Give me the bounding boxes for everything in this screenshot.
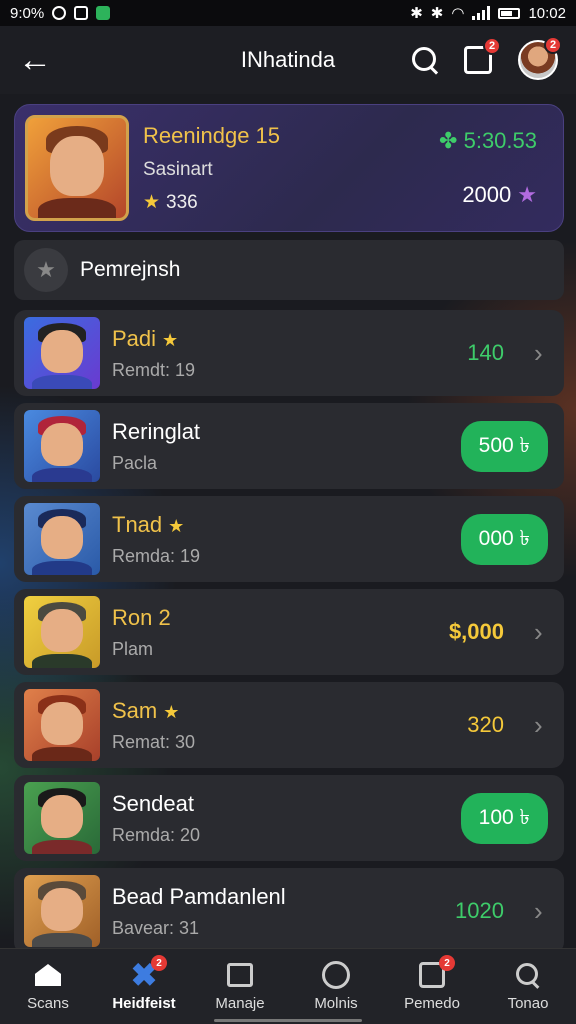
featured-name: Reenindge 15 bbox=[143, 122, 281, 148]
bluetooth-icon-2: ✱ bbox=[430, 5, 444, 22]
gem-star-icon: ★ bbox=[517, 182, 537, 207]
image-icon bbox=[74, 6, 89, 20]
nav-label: Heidfeist bbox=[112, 995, 176, 1012]
clock-icon bbox=[52, 6, 67, 20]
nav-item-pemedo[interactable]: 2 Pemedo bbox=[384, 949, 480, 1024]
status-time-left: 9:0% bbox=[10, 4, 45, 22]
player-name: Padi bbox=[112, 325, 157, 351]
featured-subtitle: Sasinart bbox=[143, 158, 213, 180]
player-name: Sendeat bbox=[112, 790, 194, 816]
section-header[interactable]: ★ Pemrejnsh bbox=[14, 240, 564, 300]
bottom-navigation: Scans ✖ 2 Heidfeist Manaje Molnis 2 Pemed… bbox=[0, 948, 576, 1024]
value-pill-button[interactable]: 000 ৳ bbox=[460, 513, 548, 565]
leaderboard-list: Reenindge 15 Sasinart ★ 336 ✤ 5:30.53 200… bbox=[14, 104, 564, 954]
nav-item-manaje[interactable]: Manaje bbox=[192, 949, 288, 1024]
star-icon: ★ bbox=[168, 515, 185, 536]
chevron-right-icon[interactable]: › bbox=[534, 617, 548, 648]
player-name: Reringlat bbox=[112, 418, 201, 444]
player-name: Bead Pamdanlenl bbox=[112, 883, 286, 909]
player-subtitle: Remda: 20 bbox=[112, 824, 201, 845]
nav-item-molnis[interactable]: Molnis bbox=[288, 949, 384, 1024]
cash-icon: ✤ bbox=[439, 128, 458, 153]
nav-badge: 2 bbox=[151, 955, 167, 971]
chevron-right-icon[interactable]: › bbox=[534, 338, 548, 369]
status-bar: 9:0% ✱ ✱ ◠ 10:02 bbox=[0, 0, 576, 26]
nav-item-scans[interactable]: Scans bbox=[0, 949, 96, 1024]
profile-avatar[interactable]: 2 bbox=[518, 36, 562, 80]
signal-icon bbox=[472, 6, 491, 20]
notification-badge: 2 bbox=[483, 37, 501, 55]
star-icon: ★ bbox=[143, 191, 161, 213]
player-avatar bbox=[24, 596, 100, 668]
player-subtitle: Plam bbox=[112, 638, 154, 659]
notification-icon[interactable]: 2 bbox=[464, 37, 501, 74]
player-subtitle: Bavear: 31 bbox=[112, 917, 200, 938]
featured-gems: 2000 bbox=[462, 182, 512, 207]
nav-label: Manaje bbox=[215, 995, 265, 1012]
player-row[interactable]: Sam ★ Remat: 30 320 › bbox=[14, 682, 564, 768]
smile-icon bbox=[322, 961, 350, 989]
back-arrow-icon[interactable]: ← bbox=[18, 43, 58, 77]
nav-label: Pemedo bbox=[404, 995, 460, 1012]
player-row[interactable]: Padi ★ Remdt: 19 140 › bbox=[14, 310, 564, 396]
player-name: Tnad bbox=[112, 511, 163, 537]
value-pill-button[interactable]: 500 ৳ bbox=[460, 420, 548, 472]
sheet-app-icon bbox=[96, 6, 111, 20]
player-avatar bbox=[24, 782, 100, 854]
player-subtitle: Remda: 19 bbox=[112, 545, 201, 566]
featured-avatar bbox=[25, 115, 129, 221]
player-value: 1020 bbox=[455, 898, 504, 923]
search-icon bbox=[515, 962, 541, 988]
player-subtitle: Pacla bbox=[112, 452, 158, 473]
player-row[interactable]: Bead Pamdanlenl Bavear: 31 1020 › bbox=[14, 868, 564, 954]
home-indicator bbox=[214, 1019, 362, 1022]
player-value: 320 bbox=[467, 712, 504, 737]
star-badge-icon: ★ bbox=[24, 248, 68, 292]
player-avatar bbox=[24, 317, 100, 389]
section-label: Pemrejnsh bbox=[80, 258, 181, 281]
nav-label: Scans bbox=[27, 995, 69, 1012]
value-pill-button[interactable]: 100 ৳ bbox=[460, 792, 548, 844]
player-row[interactable]: Reringlat Pacla 500 ৳ bbox=[14, 403, 564, 489]
player-name: Sam bbox=[112, 697, 158, 723]
home-icon bbox=[35, 964, 61, 986]
avatar-badge: 2 bbox=[544, 36, 562, 54]
featured-cash: 5:30.53 bbox=[463, 128, 537, 153]
star-icon: ★ bbox=[162, 329, 179, 350]
chevron-right-icon[interactable]: › bbox=[534, 710, 548, 741]
nav-badge: 2 bbox=[439, 955, 455, 971]
inbox-icon bbox=[227, 963, 253, 987]
player-value: $,000 bbox=[448, 619, 504, 644]
player-row[interactable]: Ron 2 Plam $,000 › bbox=[14, 589, 564, 675]
battery-icon bbox=[498, 7, 521, 19]
app-header: ← INhatinda 2 2 bbox=[0, 26, 576, 94]
player-avatar bbox=[24, 410, 100, 482]
status-time-right: 10:02 bbox=[528, 4, 566, 22]
chevron-right-icon[interactable]: › bbox=[534, 896, 548, 927]
player-row[interactable]: Tnad ★ Remda: 19 000 ৳ bbox=[14, 496, 564, 582]
featured-player-card[interactable]: Reenindge 15 Sasinart ★ 336 ✤ 5:30.53 200… bbox=[14, 104, 564, 232]
player-avatar bbox=[24, 503, 100, 575]
wifi-icon: ◠ bbox=[451, 5, 465, 22]
nav-label: Molnis bbox=[314, 995, 358, 1012]
player-avatar bbox=[24, 689, 100, 761]
nav-item-heidfeist[interactable]: ✖ 2 Heidfeist bbox=[96, 949, 192, 1024]
nav-item-tonao[interactable]: Tonao bbox=[480, 949, 576, 1024]
search-icon[interactable] bbox=[412, 47, 438, 73]
player-subtitle: Remat: 30 bbox=[112, 731, 196, 752]
featured-stars: 336 bbox=[166, 191, 198, 213]
nav-label: Tonao bbox=[507, 995, 549, 1012]
player-value: 140 bbox=[467, 340, 504, 365]
player-avatar bbox=[24, 875, 100, 947]
player-subtitle: Remdt: 19 bbox=[112, 359, 196, 380]
star-icon: ★ bbox=[163, 701, 180, 722]
bluetooth-icon: ✱ bbox=[410, 5, 423, 22]
player-row[interactable]: Sendeat Remda: 20 100 ৳ bbox=[14, 775, 564, 861]
player-name: Ron 2 bbox=[112, 604, 171, 630]
